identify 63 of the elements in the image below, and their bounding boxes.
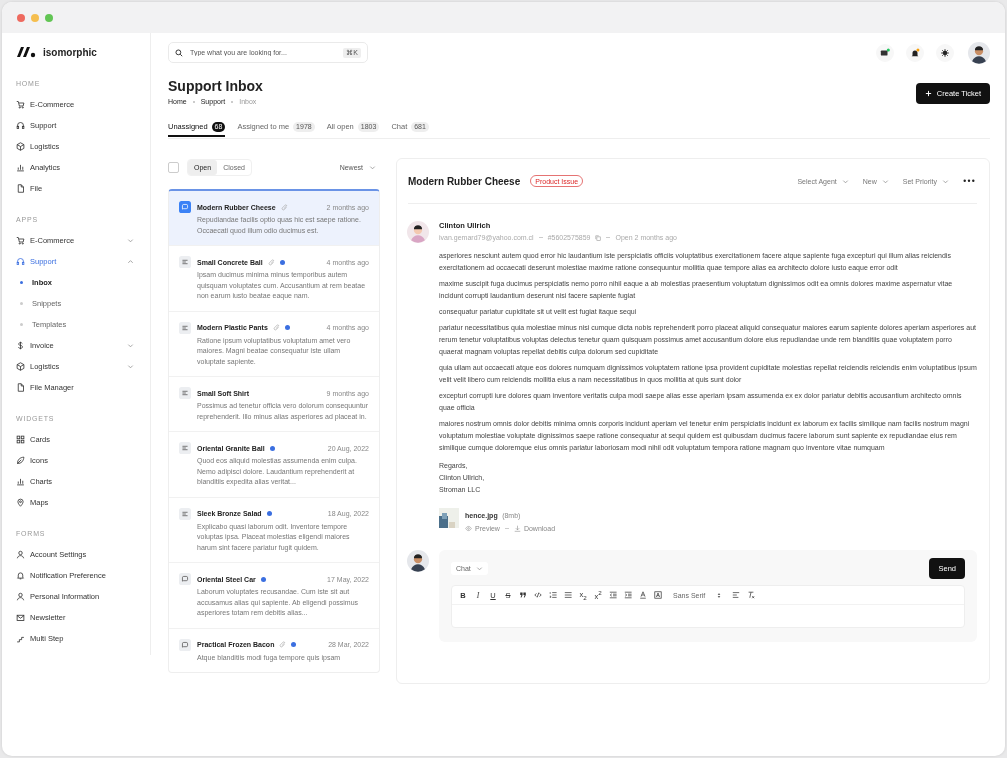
chevron-down-icon xyxy=(127,363,134,370)
user-icon xyxy=(16,550,25,559)
headset-icon xyxy=(16,257,25,266)
user-icon xyxy=(16,592,25,601)
outdent-icon[interactable] xyxy=(609,591,617,599)
avatar-icon xyxy=(407,221,429,243)
chat-bubble-icon xyxy=(179,573,191,585)
bell-icon xyxy=(16,571,25,580)
page-title: Support Inbox xyxy=(168,78,263,94)
select-all-checkbox[interactable] xyxy=(168,161,179,173)
notification-icon[interactable] xyxy=(906,43,924,62)
code-icon[interactable] xyxy=(534,591,542,599)
headset-icon xyxy=(16,121,25,130)
file-icon xyxy=(16,383,25,392)
close-window-icon[interactable] xyxy=(17,13,25,22)
note-icon xyxy=(179,442,191,454)
brand-name: isomorphic xyxy=(43,46,97,58)
highlight-icon[interactable] xyxy=(654,591,662,599)
cube-icon xyxy=(16,142,25,151)
settings-icon[interactable] xyxy=(936,43,954,62)
download-icon xyxy=(513,525,521,532)
avatar-icon xyxy=(407,550,429,572)
file-icon xyxy=(16,184,25,193)
ticket-title: Modern Rubber Cheese xyxy=(408,175,521,187)
bar-chart-icon xyxy=(16,477,25,486)
dollar-icon xyxy=(16,341,25,350)
chevron-up-icon xyxy=(127,258,134,265)
indent-icon[interactable] xyxy=(624,591,632,599)
note-icon xyxy=(179,321,191,334)
chat-icon[interactable] xyxy=(876,43,894,62)
bullet-list-icon[interactable] xyxy=(564,591,572,599)
avatar-icon xyxy=(968,41,990,64)
cart-icon xyxy=(16,236,25,245)
chat-bubble-icon xyxy=(179,638,191,651)
chevron-down-icon xyxy=(942,177,949,185)
logo-icon xyxy=(16,46,38,58)
note-icon xyxy=(179,387,191,399)
eye-icon xyxy=(465,525,472,532)
align-icon[interactable] xyxy=(732,591,741,599)
note-icon xyxy=(179,507,191,520)
map-pin-icon xyxy=(16,498,25,507)
note-icon xyxy=(179,256,191,268)
cart-icon xyxy=(16,100,25,109)
search-icon xyxy=(175,48,183,57)
chat-bubble-icon xyxy=(179,201,191,213)
cube-icon xyxy=(16,362,25,371)
chevron-down-icon xyxy=(369,163,376,171)
grid-icon xyxy=(16,435,25,444)
envelope-icon xyxy=(16,613,25,622)
ordered-list-icon[interactable] xyxy=(549,591,557,599)
chevron-down-icon xyxy=(127,342,134,349)
chevron-down-icon xyxy=(475,565,483,572)
up-down-icon xyxy=(717,591,722,599)
clear-format-icon[interactable] xyxy=(747,591,756,599)
chevron-down-icon xyxy=(881,177,889,185)
chevron-down-icon xyxy=(841,177,849,185)
bar-chart-icon xyxy=(16,163,25,172)
plus-icon xyxy=(924,90,932,97)
steps-icon xyxy=(16,634,25,643)
quote-icon[interactable] xyxy=(519,591,527,599)
text-color-icon[interactable] xyxy=(639,591,647,599)
leaf-icon xyxy=(16,456,25,465)
chevron-down-icon xyxy=(127,237,134,244)
